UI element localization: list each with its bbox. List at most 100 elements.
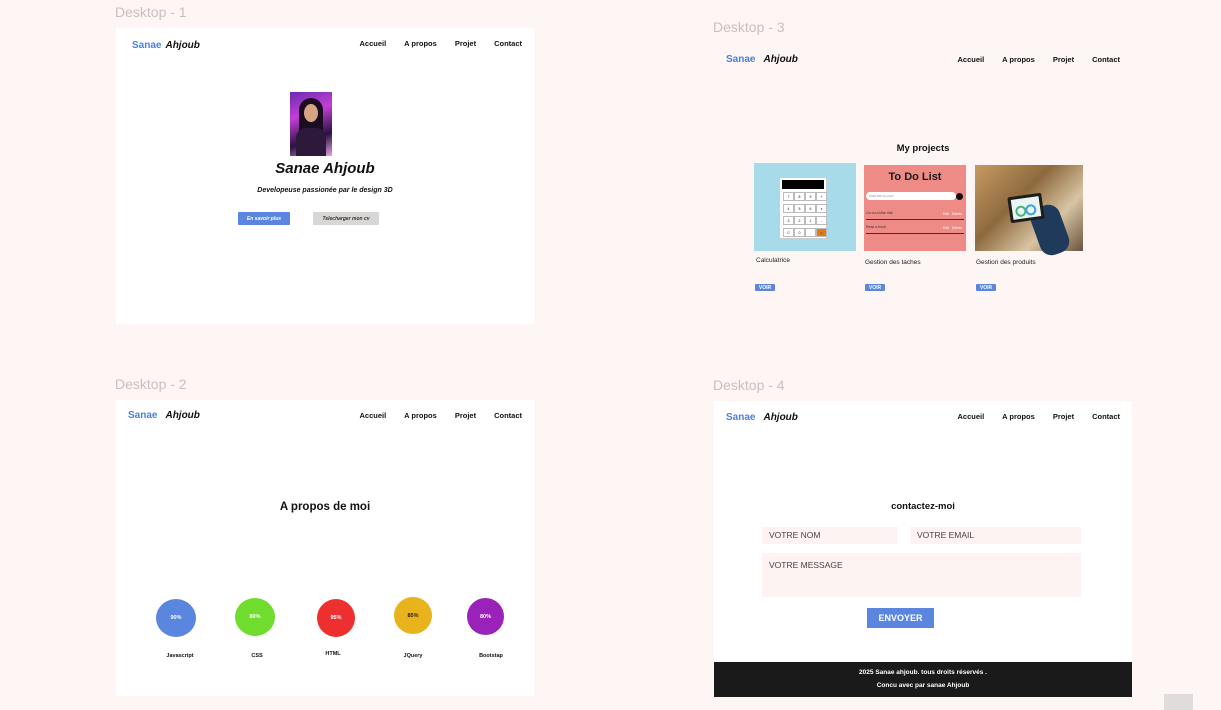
footer-copyright: 2025 Sanae ahjoub. tous droits réservés …: [859, 669, 987, 676]
nav-projet[interactable]: Projet: [455, 39, 476, 48]
brand-last-name: Ahjoub: [165, 410, 200, 421]
calculator-key: 2: [794, 216, 805, 225]
desktop-3-frame[interactable]: Sanae Ahjoub Accueil A propos Projet Cont…: [714, 43, 1132, 339]
message-textarea[interactable]: VOTRE MESSAGE: [762, 553, 1081, 597]
nav-menu: Accueil A propos Projet Contact: [957, 412, 1120, 421]
nav-accueil[interactable]: Accueil: [957, 55, 984, 64]
nav-accueil[interactable]: Accueil: [957, 412, 984, 421]
nav-contact[interactable]: Contact: [1092, 55, 1120, 64]
skill-label-bootstrap: Bootstap: [479, 653, 503, 659]
calculator-key: .: [805, 228, 816, 237]
nav-contact[interactable]: Contact: [494, 39, 522, 48]
calculator-key: 5: [794, 204, 805, 213]
calculator-key: 9: [805, 192, 816, 201]
header: Sanae Ahjoub Accueil A propos Projet Cont…: [116, 400, 534, 430]
desktop-1-frame[interactable]: Sanae Ahjoub Accueil A propos Projet Cont…: [116, 28, 534, 324]
contact-title: contactez-moi: [891, 501, 955, 512]
desktop-4-frame[interactable]: Sanae Ahjoub Accueil A propos Projet Cont…: [714, 401, 1132, 697]
nav-contact[interactable]: Contact: [494, 411, 522, 420]
project-caption-calculatrice: Calculatrice: [756, 257, 790, 264]
scroll-corner-button[interactable]: [1164, 694, 1193, 710]
footer-credit: Concu avec par sanae Ahjoub: [876, 682, 970, 689]
voir-button-taches[interactable]: VOIR: [865, 284, 885, 291]
brand-first-name: Sanae: [132, 40, 162, 51]
nav-menu: Accueil A propos Projet Contact: [359, 411, 522, 420]
calculator-key: x: [816, 204, 827, 213]
nav-projet[interactable]: Projet: [1053, 412, 1074, 421]
desktop-2-frame[interactable]: Sanae Ahjoub Accueil A propos Projet Cont…: [116, 400, 534, 696]
calculator-key: =: [816, 228, 827, 237]
nav-a-propos[interactable]: A propos: [1002, 55, 1035, 64]
nav-projet[interactable]: Projet: [455, 411, 476, 420]
header: Sanae Ahjoub Accueil A propos Projet Cont…: [714, 43, 1132, 73]
brand-last-name: Ahjoub: [165, 40, 200, 51]
header: Sanae Ahjoub Accueil A propos Projet Cont…: [116, 28, 534, 58]
todo-project-image[interactable]: To Do List What Will You Do? Go on a bik…: [864, 165, 966, 251]
email-input[interactable]: VOTRE EMAIL: [910, 527, 1081, 544]
skill-circle-html: 95%: [317, 599, 355, 637]
skill-label-css: CSS: [251, 653, 263, 659]
todo-row: Go on a bike ride Edit Delete: [866, 211, 964, 220]
brand-first-name: Sanae: [726, 412, 756, 423]
calculator-key: 6: [805, 204, 816, 213]
nav-a-propos[interactable]: A propos: [1002, 412, 1035, 421]
project-caption-taches: Gestion des taches: [865, 259, 921, 266]
nav-accueil[interactable]: Accueil: [359, 411, 386, 420]
brand-logo[interactable]: Sanae Ahjoub: [726, 54, 798, 65]
skill-label-jquery: JQuery: [403, 653, 423, 659]
profile-photo: [290, 92, 332, 156]
todo-add-icon: [956, 193, 963, 200]
nav-menu: Accueil A propos Projet Contact: [359, 39, 522, 48]
nav-a-propos[interactable]: A propos: [404, 39, 437, 48]
download-cv-button[interactable]: Telecharger mon cv: [313, 212, 379, 225]
todo-row: Read a book Edit Delete: [866, 225, 964, 234]
calculator-project-image[interactable]: 7 8 9 +4 5 6 x 3 2 1- C 0. =: [754, 163, 856, 251]
calculator-key: 4: [783, 204, 794, 213]
hero-tagline: Developeuse passionée par le design 3D: [257, 187, 393, 194]
about-title: A propos de moi: [279, 501, 371, 513]
calculator-key: 8: [794, 192, 805, 201]
calculator-key: 0: [794, 228, 805, 237]
nav-contact[interactable]: Contact: [1092, 412, 1120, 421]
todo-input-preview: What Will You Do?: [866, 192, 956, 200]
brand-logo[interactable]: Sanae Ahjoub: [726, 412, 798, 423]
products-project-image[interactable]: [975, 165, 1083, 259]
skill-circle-javascript: 90%: [156, 599, 196, 637]
frame-label-desktop-3[interactable]: Desktop - 3: [713, 19, 785, 35]
brand-logo[interactable]: Sanae Ahjoub: [132, 40, 200, 51]
nav-menu: Accueil A propos Projet Contact: [957, 55, 1120, 64]
brand-logo[interactable]: Sanae Ahjoub: [128, 410, 200, 421]
calculator-key: -: [816, 216, 827, 225]
brand-last-name: Ahjoub: [763, 54, 798, 65]
skill-circle-css: 80%: [235, 598, 275, 636]
calculator-key: 7: [783, 192, 794, 201]
brand-first-name: Sanae: [128, 410, 158, 421]
nav-accueil[interactable]: Accueil: [359, 39, 386, 48]
skill-circle-bootstrap: 80%: [467, 598, 504, 635]
nav-projet[interactable]: Projet: [1053, 55, 1074, 64]
calculator-key: C: [783, 228, 794, 237]
hero-name: Sanae Ahjoub: [275, 160, 375, 177]
voir-button-produits[interactable]: VOIR: [976, 284, 996, 291]
header: Sanae Ahjoub Accueil A propos Projet Cont…: [714, 401, 1132, 431]
skill-label-html: HTML: [325, 651, 341, 657]
calculator-illustration: 7 8 9 +4 5 6 x 3 2 1- C 0. =: [779, 177, 827, 239]
todo-title: To Do List: [888, 171, 942, 183]
calculator-key: 1: [805, 216, 816, 225]
learn-more-button[interactable]: En savoir plus: [238, 212, 290, 225]
project-caption-produits: Gestion des produits: [976, 259, 1036, 266]
frame-label-desktop-4[interactable]: Desktop - 4: [713, 377, 785, 393]
calculator-key: 3: [783, 216, 794, 225]
skill-circle-jquery: 85%: [394, 597, 432, 634]
nav-a-propos[interactable]: A propos: [404, 411, 437, 420]
brand-first-name: Sanae: [726, 54, 756, 65]
projects-title: My projects: [896, 143, 950, 154]
send-button[interactable]: ENVOYER: [867, 608, 934, 628]
skill-label-javascript: Javascript: [166, 653, 194, 659]
voir-button-calculatrice[interactable]: VOIR: [755, 284, 775, 291]
name-input[interactable]: VOTRE NOM: [762, 527, 898, 544]
tablet-illustration: [1007, 192, 1045, 224]
frame-label-desktop-1[interactable]: Desktop - 1: [115, 4, 187, 20]
frame-label-desktop-2[interactable]: Desktop - 2: [115, 376, 187, 392]
footer: 2025 Sanae ahjoub. tous droits réservés …: [714, 662, 1132, 697]
